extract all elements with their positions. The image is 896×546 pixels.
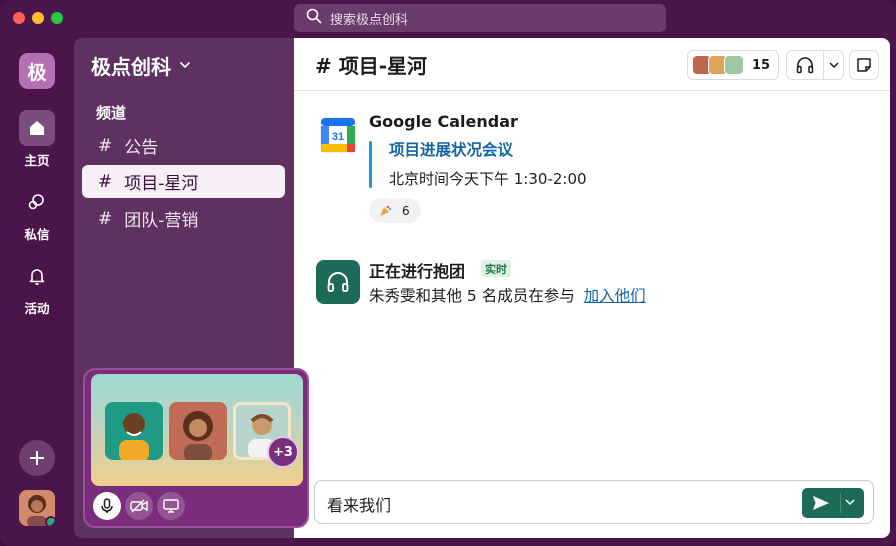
huddle-button[interactable] (786, 50, 844, 80)
chevron-down-icon[interactable] (845, 499, 855, 506)
message-input[interactable]: 看来我们 (327, 492, 391, 516)
event-time: 北京时间今天下午 1:30-2:00 (389, 170, 587, 188)
huddle-window[interactable]: +3 (83, 368, 309, 528)
party-popper-icon (378, 204, 392, 218)
rail-home[interactable]: 主页 (0, 110, 74, 169)
minimize-window-button[interactable] (32, 12, 44, 24)
reaction-count: 6 (402, 203, 410, 218)
add-workspace-button[interactable] (19, 440, 55, 476)
send-button[interactable] (802, 488, 864, 518)
event-title-link[interactable]: 项目进展状况会议 (389, 138, 513, 160)
screen-share-button[interactable] (157, 492, 185, 520)
huddle-description: 朱秀雯和其他 5 名成员在参与 加入他们 (369, 284, 646, 306)
search-icon (306, 8, 330, 28)
rail-dms[interactable]: 私信 (0, 184, 74, 243)
join-huddle-link[interactable]: 加入他们 (584, 287, 646, 305)
workspace-menu[interactable]: 极点创科 (91, 51, 191, 80)
chevron-down-icon (179, 58, 191, 73)
hash-icon: # (98, 171, 113, 192)
rail-home-label: 主页 (24, 153, 50, 168)
canvas-icon (855, 56, 873, 74)
channel-main-pane: # 项目-星河 15 31 Google Calendar 项目进展状况会议 北… (294, 38, 890, 538)
more-participants-badge[interactable]: +3 (267, 436, 299, 468)
search-placeholder: 搜索极点创科 (330, 12, 409, 28)
divider (840, 493, 841, 513)
workspace-name: 极点创科 (91, 55, 171, 79)
title-bar: 搜索极点创科 (0, 0, 896, 38)
channel-name: 公告 (124, 138, 159, 158)
sidebar-item-channel-active[interactable]: # 项目-星河 (82, 165, 285, 198)
microphone-icon (100, 498, 114, 514)
plus-icon (30, 451, 44, 465)
user-avatar[interactable] (19, 490, 55, 526)
workspace-icon[interactable]: 极 (19, 53, 55, 89)
microphone-button[interactable] (93, 492, 121, 520)
rail-activity-label: 活动 (24, 301, 50, 316)
workspace-rail: 极 主页 私信 活动 (0, 38, 74, 546)
message-sender[interactable]: Google Calendar (369, 112, 518, 131)
headphones-icon (316, 260, 360, 304)
zoom-window-button[interactable] (51, 12, 63, 24)
channel-title[interactable]: # 项目-星河 (315, 50, 427, 79)
search-bar[interactable]: 搜索极点创科 (294, 4, 666, 32)
bell-icon (19, 258, 55, 294)
presence-status-dot (45, 516, 55, 526)
reaction-pill[interactable]: 6 (369, 198, 421, 223)
sidebar-item-channel[interactable]: # 团队-营销 (82, 202, 285, 235)
huddle-title: 正在进行抱团 (369, 262, 466, 281)
live-badge: 实时 (481, 260, 511, 277)
attachment-bar (369, 141, 372, 188)
channel-header: # 项目-星河 15 (294, 38, 890, 91)
member-count: 15 (752, 57, 771, 73)
channels-section-label[interactable]: 频道 (96, 102, 126, 123)
rail-dms-label: 私信 (24, 227, 50, 242)
channel-name: 项目-星河 (124, 174, 199, 194)
video-off-icon (130, 499, 148, 513)
home-icon (19, 110, 55, 146)
participant-video[interactable] (169, 402, 227, 460)
channel-name: 团队-营销 (124, 211, 199, 231)
rail-activity[interactable]: 活动 (0, 258, 74, 317)
google-calendar-icon[interactable]: 31 (320, 117, 356, 153)
close-window-button[interactable] (13, 12, 25, 24)
member-avatar (724, 55, 744, 75)
message-composer[interactable]: 看来我们 (314, 480, 874, 524)
chevron-down-icon[interactable] (829, 61, 839, 69)
sidebar-item-channel[interactable]: # 公告 (82, 129, 285, 162)
hash-icon: # (98, 208, 113, 229)
send-icon (812, 495, 830, 511)
headphones-icon (795, 56, 815, 74)
huddle-participants-text: 朱秀雯和其他 5 名成员在参与 (369, 287, 575, 305)
participant-video[interactable] (105, 402, 163, 460)
svg-text:31: 31 (332, 131, 344, 143)
app-window: 搜索极点创科 极 主页 私信 活动 极点创科 频道 # 公告 # 项目-星河 #… (0, 0, 896, 546)
dm-icon (19, 184, 55, 220)
screen-share-icon (163, 499, 179, 513)
member-list-button[interactable]: 15 (687, 50, 779, 80)
huddle-video-area: +3 (91, 374, 303, 486)
divider (823, 50, 824, 80)
video-off-button[interactable] (125, 492, 153, 520)
hash-icon: # (98, 135, 113, 156)
canvas-button[interactable] (849, 50, 879, 80)
